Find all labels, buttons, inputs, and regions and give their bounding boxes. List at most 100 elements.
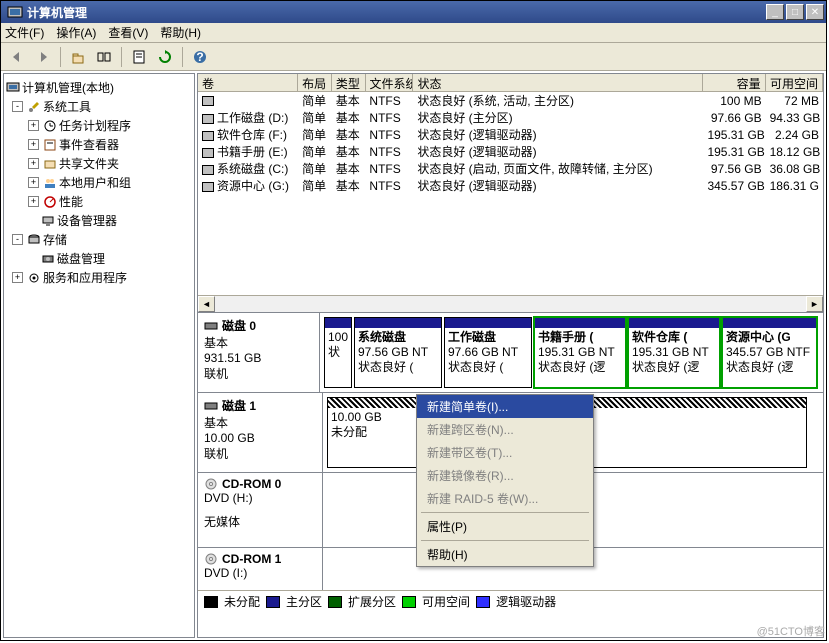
tree-root[interactable]: 计算机管理(本地) — [6, 78, 192, 97]
app-icon — [7, 4, 23, 20]
volume-row[interactable]: 书籍手册 (E:)简单基本NTFS状态良好 (逻辑驱动器)195.31 GB18… — [198, 143, 823, 160]
collapse-icon[interactable]: - — [12, 234, 23, 245]
perf-icon — [43, 195, 57, 209]
partition-g[interactable]: 资源中心 (G345.57 GB NTF状态良好 (逻 — [722, 317, 817, 388]
menu-file[interactable]: 文件(F) — [5, 24, 44, 41]
clock-icon — [43, 119, 57, 133]
volume-list[interactable]: 卷 布局 类型 文件系统 状态 容量 可用空间 简单基本NTFS状态良好 (系统… — [197, 73, 824, 313]
cdrom-0-info[interactable]: CD-ROM 0 DVD (H:) 无媒体 — [198, 473, 323, 547]
menu-separator — [421, 512, 589, 513]
nav-tree[interactable]: 计算机管理(本地) -系统工具 +任务计划程序 +事件查看器 +共享文件夹 +本… — [3, 73, 195, 638]
tree-shared[interactable]: +共享文件夹 — [6, 154, 192, 173]
device-icon — [41, 214, 55, 228]
tree-services[interactable]: +服务和应用程序 — [6, 268, 192, 287]
tree-devmgr[interactable]: 设备管理器 — [6, 211, 192, 230]
col-status[interactable]: 状态 — [413, 74, 703, 91]
scroll-right-icon[interactable]: ► — [806, 296, 823, 312]
context-menu[interactable]: 新建简单卷(I)... 新建跨区卷(N)... 新建带区卷(T)... 新建镜像… — [416, 394, 594, 567]
partition-c[interactable]: 系统磁盘97.56 GB NT状态良好 ( — [354, 317, 442, 388]
menu-action[interactable]: 操作(A) — [56, 24, 96, 41]
collapse-icon[interactable]: - — [12, 101, 23, 112]
col-capacity[interactable]: 容量 — [703, 74, 765, 91]
titlebar[interactable]: 计算机管理 _ □ ✕ — [1, 1, 826, 23]
back-button[interactable] — [5, 45, 29, 69]
wrench-icon — [27, 100, 41, 114]
disk-0-row[interactable]: 磁盘 0 基本 931.51 GB 联机 100状 系统磁盘97.56 GB N… — [198, 313, 823, 393]
legend-unalloc-swatch — [204, 596, 218, 608]
volume-row[interactable]: 系统磁盘 (C:)简单基本NTFS状态良好 (启动, 页面文件, 故障转储, 主… — [198, 160, 823, 177]
menu-view[interactable]: 查看(V) — [108, 24, 148, 41]
tree-systools[interactable]: -系统工具 — [6, 97, 192, 116]
expand-icon[interactable]: + — [28, 196, 39, 207]
up-button[interactable] — [66, 45, 90, 69]
toolbar: ? — [1, 43, 826, 71]
disk-1-info[interactable]: 磁盘 1 基本 10.00 GB 联机 — [198, 393, 323, 472]
menu-properties[interactable]: 属性(P) — [417, 515, 593, 538]
tree-perf[interactable]: +性能 — [6, 192, 192, 211]
maximize-button[interactable]: □ — [786, 4, 804, 20]
disk-icon — [204, 319, 218, 333]
tree-storage[interactable]: -存储 — [6, 230, 192, 249]
menu-new-spanned-volume: 新建跨区卷(N)... — [417, 418, 593, 441]
col-layout[interactable]: 布局 — [298, 74, 332, 91]
storage-icon — [27, 233, 41, 247]
scroll-left-icon[interactable]: ◄ — [198, 296, 215, 312]
legend-ext-swatch — [328, 596, 342, 608]
tree-diskmgmt[interactable]: 磁盘管理 — [6, 249, 192, 268]
computer-icon — [6, 81, 20, 95]
disk-0-info[interactable]: 磁盘 0 基本 931.51 GB 联机 — [198, 313, 320, 392]
window-title: 计算机管理 — [27, 4, 764, 21]
menu-new-mirrored-volume: 新建镜像卷(R)... — [417, 464, 593, 487]
volume-header: 卷 布局 类型 文件系统 状态 容量 可用空间 — [198, 74, 823, 92]
menubar: 文件(F) 操作(A) 查看(V) 帮助(H) — [1, 23, 826, 43]
expand-icon[interactable]: + — [28, 177, 39, 188]
menu-help[interactable]: 帮助(H) — [417, 543, 593, 566]
close-button[interactable]: ✕ — [806, 4, 824, 20]
expand-icon[interactable]: + — [12, 272, 23, 283]
menu-new-raid5-volume: 新建 RAID-5 卷(W)... — [417, 487, 593, 510]
folder-icon — [43, 157, 57, 171]
forward-button[interactable] — [31, 45, 55, 69]
menu-new-simple-volume[interactable]: 新建简单卷(I)... — [417, 395, 593, 418]
partition-system-reserved[interactable]: 100状 — [324, 317, 352, 388]
show-hide-button[interactable] — [92, 45, 116, 69]
col-free[interactable]: 可用空间 — [766, 74, 823, 91]
col-fs[interactable]: 文件系统 — [366, 74, 414, 91]
tree-task[interactable]: +任务计划程序 — [6, 116, 192, 135]
content-area: 计算机管理(本地) -系统工具 +任务计划程序 +事件查看器 +共享文件夹 +本… — [1, 71, 826, 640]
tree-events[interactable]: +事件查看器 — [6, 135, 192, 154]
volume-row[interactable]: 简单基本NTFS状态良好 (系统, 活动, 主分区)100 MB72 MB — [198, 92, 823, 109]
col-volume[interactable]: 卷 — [198, 74, 298, 91]
properties-button[interactable] — [127, 45, 151, 69]
users-icon — [43, 176, 57, 190]
volume-row[interactable]: 工作磁盘 (D:)简单基本NTFS状态良好 (主分区)97.66 GB94.33… — [198, 109, 823, 126]
cdrom-1-info[interactable]: CD-ROM 1 DVD (I:) — [198, 548, 323, 590]
services-icon — [27, 271, 41, 285]
volume-row[interactable]: 资源中心 (G:)简单基本NTFS状态良好 (逻辑驱动器)345.57 GB18… — [198, 177, 823, 194]
menu-new-striped-volume: 新建带区卷(T)... — [417, 441, 593, 464]
expand-icon[interactable]: + — [28, 158, 39, 169]
partition-d[interactable]: 工作磁盘97.66 GB NT状态良好 ( — [444, 317, 532, 388]
legend-primary-swatch — [266, 596, 280, 608]
tree-users[interactable]: +本地用户和组 — [6, 173, 192, 192]
cdrom-icon — [204, 552, 218, 566]
menu-separator — [421, 540, 589, 541]
legend: 未分配 主分区 扩展分区 可用空间 逻辑驱动器 — [198, 590, 823, 612]
disk-icon — [204, 399, 218, 413]
window-frame: 计算机管理 _ □ ✕ 文件(F) 操作(A) 查看(V) 帮助(H) ? 计算… — [0, 0, 827, 641]
svg-text:?: ? — [196, 50, 203, 64]
volume-row[interactable]: 软件仓库 (F:)简单基本NTFS状态良好 (逻辑驱动器)195.31 GB2.… — [198, 126, 823, 143]
expand-icon[interactable]: + — [28, 139, 39, 150]
h-scrollbar[interactable]: ◄ ► — [198, 295, 823, 312]
watermark: @51CTO博客 — [757, 623, 825, 639]
partition-e[interactable]: 书籍手册 (195.31 GB NT状态良好 (逻 — [534, 317, 626, 388]
minimize-button[interactable]: _ — [766, 4, 784, 20]
partition-f[interactable]: 软件仓库 (195.31 GB NT状态良好 (逻 — [628, 317, 720, 388]
menu-help[interactable]: 帮助(H) — [160, 24, 201, 41]
col-type[interactable]: 类型 — [332, 74, 366, 91]
help-button[interactable]: ? — [188, 45, 212, 69]
expand-icon[interactable]: + — [28, 120, 39, 131]
disk-icon — [41, 252, 55, 266]
refresh-button[interactable] — [153, 45, 177, 69]
events-icon — [43, 138, 57, 152]
